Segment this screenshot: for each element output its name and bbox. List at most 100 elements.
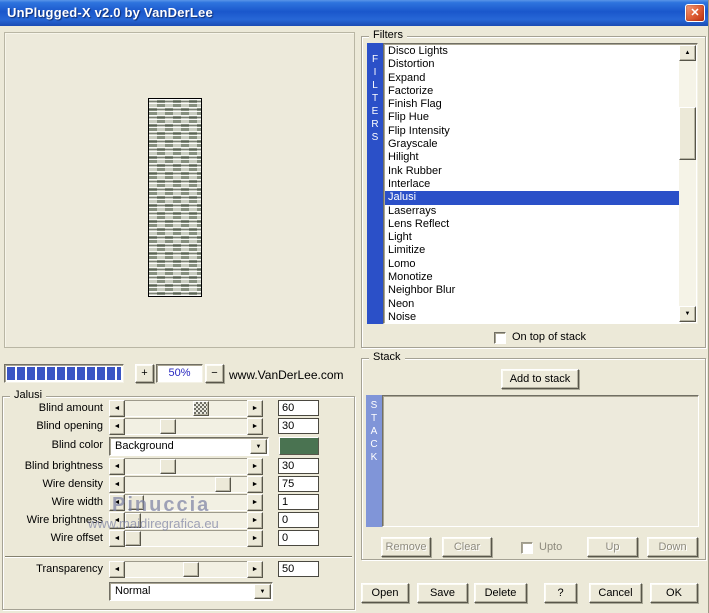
filter-item[interactable]: Hilight <box>385 151 681 164</box>
dropdown-arrow-button[interactable]: ▼ <box>250 439 267 454</box>
help-button[interactable]: ? <box>544 583 577 603</box>
preview-canvas[interactable] <box>148 98 202 297</box>
up-button[interactable]: Up <box>587 537 638 557</box>
filter-item[interactable]: Jalusi <box>385 191 681 204</box>
blind-color-swatch[interactable] <box>279 437 319 455</box>
slider-left-arrow[interactable]: ◄ <box>109 400 125 417</box>
title-bar[interactable]: UnPlugged-X v2.0 by VanDerLee ✕ <box>0 0 709 26</box>
delete-button[interactable]: Delete <box>474 583 527 603</box>
param-label: Transparency <box>3 563 103 575</box>
param-slider[interactable]: ◄► <box>109 418 263 435</box>
filter-item[interactable]: Limitize <box>385 244 681 257</box>
on-top-of-stack-checkbox[interactable] <box>494 332 506 344</box>
filter-item[interactable]: Lens Reflect <box>385 218 681 231</box>
slider-left-arrow[interactable]: ◄ <box>109 476 125 493</box>
slider-right-arrow[interactable]: ► <box>247 418 263 435</box>
slider-left-arrow[interactable]: ◄ <box>109 494 125 511</box>
param-value-field[interactable]: 60 <box>278 400 319 416</box>
save-button[interactable]: Save <box>417 583 468 603</box>
cancel-button[interactable]: Cancel <box>589 583 642 603</box>
slider-thumb[interactable] <box>160 419 176 434</box>
blend-mode-dropdown[interactable]: Normal ▼ <box>109 582 273 601</box>
param-slider[interactable]: ◄► <box>109 561 263 578</box>
down-button[interactable]: Down <box>647 537 698 557</box>
slider-left-arrow[interactable]: ◄ <box>109 418 125 435</box>
slider-left-arrow[interactable]: ◄ <box>109 512 125 529</box>
param-slider[interactable]: ◄► <box>109 530 263 547</box>
remove-button[interactable]: Remove <box>381 537 431 557</box>
dropdown-arrow-button[interactable]: ▼ <box>254 584 271 599</box>
filter-item[interactable]: Ink Rubber <box>385 165 681 178</box>
filter-item[interactable]: Lomo <box>385 258 681 271</box>
filters-scrollbar[interactable]: ▲ ▼ <box>679 45 696 322</box>
slider-thumb[interactable] <box>125 513 141 528</box>
slider-right-arrow[interactable]: ► <box>247 494 263 511</box>
slider-thumb[interactable] <box>128 495 144 510</box>
add-to-stack-button[interactable]: Add to stack <box>501 369 579 389</box>
filter-item[interactable]: Neighbor Blur <box>385 284 681 297</box>
filter-item[interactable]: Grayscale <box>385 138 681 151</box>
scrollbar-up-button[interactable]: ▲ <box>679 45 696 61</box>
slider-right-arrow[interactable]: ► <box>247 530 263 547</box>
filter-item[interactable]: Monotize <box>385 271 681 284</box>
param-slider[interactable]: ◄► <box>109 494 263 511</box>
close-button[interactable]: ✕ <box>685 4 705 22</box>
filter-item[interactable]: Factorize <box>385 85 681 98</box>
slider-left-arrow[interactable]: ◄ <box>109 561 125 578</box>
filter-item[interactable]: Laserrays <box>385 205 681 218</box>
param-slider[interactable]: ◄► <box>109 512 263 529</box>
slider-track[interactable] <box>125 512 247 529</box>
param-value-field[interactable]: 0 <box>278 512 319 528</box>
param-value-field[interactable]: 50 <box>278 561 319 577</box>
upto-checkbox[interactable] <box>521 542 533 554</box>
slider-left-arrow[interactable]: ◄ <box>109 530 125 547</box>
open-button[interactable]: Open <box>361 583 409 603</box>
slider-right-arrow[interactable]: ► <box>247 561 263 578</box>
slider-thumb[interactable] <box>125 531 141 546</box>
slider-track[interactable] <box>125 400 247 417</box>
ok-button[interactable]: OK <box>650 583 698 603</box>
param-slider[interactable]: ◄► <box>109 458 263 475</box>
slider-left-arrow[interactable]: ◄ <box>109 458 125 475</box>
close-icon: ✕ <box>690 7 699 19</box>
slider-track[interactable] <box>125 418 247 435</box>
scrollbar-down-button[interactable]: ▼ <box>679 306 696 322</box>
slider-thumb[interactable] <box>160 459 176 474</box>
filter-item[interactable]: Distortion <box>385 58 681 71</box>
filter-item[interactable]: Disco Lights <box>385 45 681 58</box>
upto-label[interactable]: Upto <box>539 541 562 553</box>
slider-right-arrow[interactable]: ► <box>247 458 263 475</box>
filter-item[interactable]: Interlace <box>385 178 681 191</box>
filter-item[interactable]: Finish Flag <box>385 98 681 111</box>
filter-item[interactable]: Flip Intensity <box>385 125 681 138</box>
blind-color-dropdown[interactable]: Background ▼ <box>109 437 269 456</box>
filter-item[interactable]: Light <box>385 231 681 244</box>
slider-right-arrow[interactable]: ► <box>247 400 263 417</box>
filter-item[interactable]: Flip Hue <box>385 111 681 124</box>
param-slider[interactable]: ◄► <box>109 476 263 493</box>
clear-button[interactable]: Clear <box>442 537 492 557</box>
filter-item[interactable]: Expand <box>385 72 681 85</box>
stack-group-label: Stack <box>369 351 405 363</box>
zoom-out-button[interactable]: − <box>205 364 224 383</box>
slider-right-arrow[interactable]: ► <box>247 512 263 529</box>
on-top-of-stack-label[interactable]: On top of stack <box>512 331 586 343</box>
slider-thumb[interactable] <box>215 477 231 492</box>
scrollbar-thumb[interactable] <box>679 107 696 160</box>
filter-item[interactable]: Noise <box>385 311 681 324</box>
stack-list[interactable] <box>382 395 699 527</box>
slider-track[interactable] <box>125 458 247 475</box>
param-value-field[interactable]: 30 <box>278 418 319 434</box>
param-slider[interactable]: ◄► <box>109 400 263 417</box>
slider-right-arrow[interactable]: ► <box>247 476 263 493</box>
param-value-field[interactable]: 0 <box>278 530 319 546</box>
filter-item[interactable]: Neon <box>385 298 681 311</box>
params-separator <box>5 556 352 558</box>
slider-thumb[interactable] <box>183 562 199 577</box>
zoom-in-button[interactable]: + <box>135 364 154 383</box>
param-value-field[interactable]: 30 <box>278 458 319 474</box>
param-value-field[interactable]: 1 <box>278 494 319 510</box>
slider-thumb[interactable] <box>193 401 209 416</box>
param-value-field[interactable]: 75 <box>278 476 319 492</box>
slider-track[interactable] <box>125 530 247 547</box>
